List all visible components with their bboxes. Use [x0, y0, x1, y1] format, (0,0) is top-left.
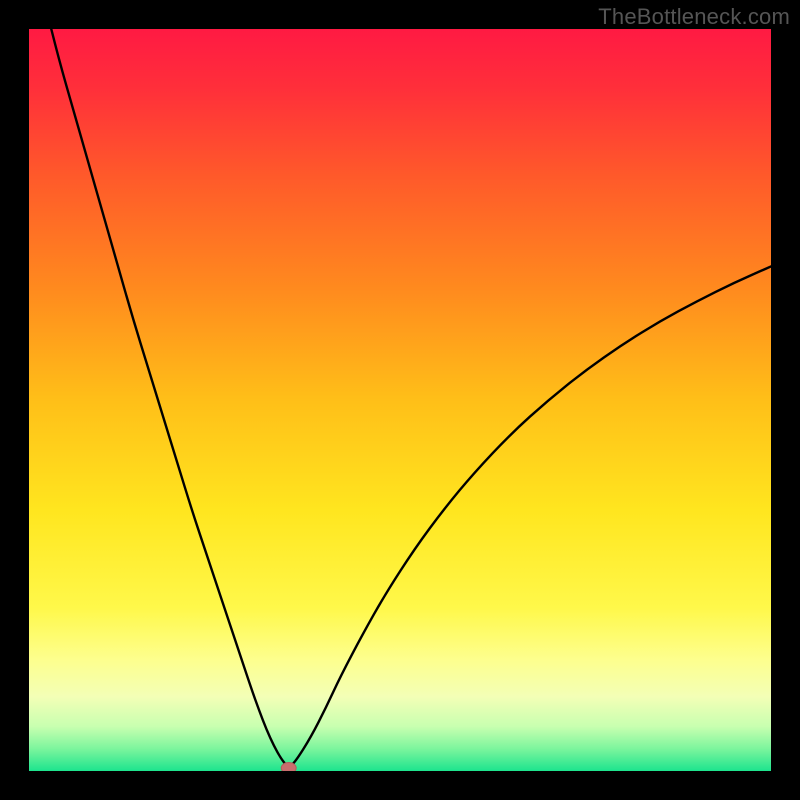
gradient-background: [29, 29, 771, 771]
chart-frame: TheBottleneck.com: [0, 0, 800, 800]
minimum-marker: [281, 763, 296, 771]
bottleneck-chart: [29, 29, 771, 771]
watermark-text: TheBottleneck.com: [598, 4, 790, 30]
